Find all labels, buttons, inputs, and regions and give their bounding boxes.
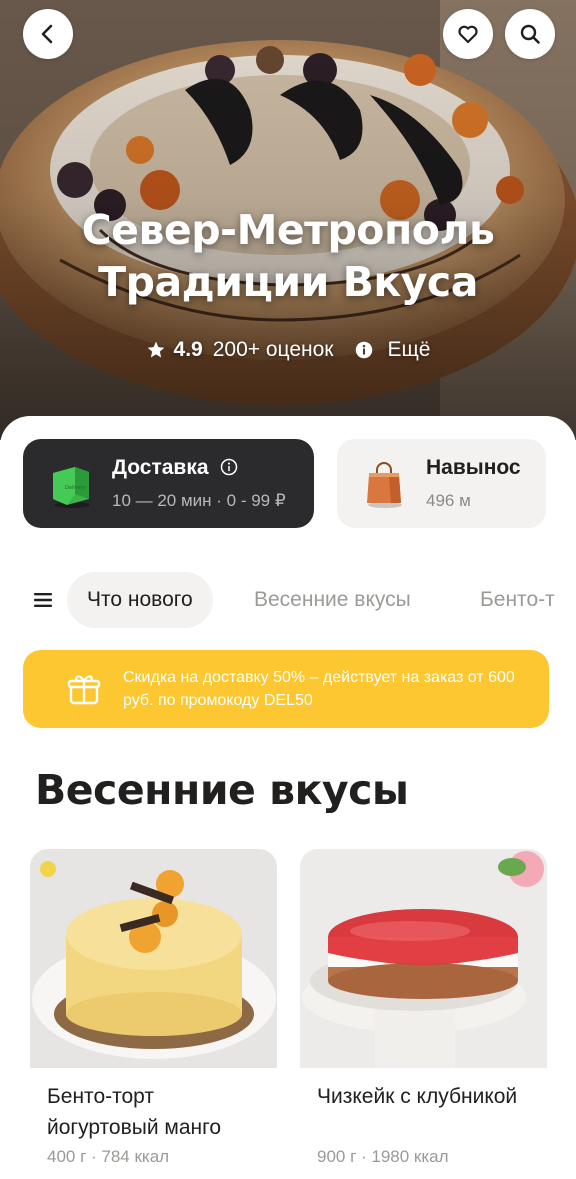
delivery-bag-icon: Delivery (53, 467, 90, 508)
product-card[interactable]: Бенто-торт йогуртовый манго 400 г · 784 … (30, 849, 277, 1179)
tab-bento[interactable]: Бенто-т (480, 572, 555, 628)
reviews-count: 200+ оценок (212, 338, 334, 361)
tab-spring-flavors[interactable]: Весенние вкусы (254, 572, 411, 628)
cheesecake-photo (300, 849, 547, 1068)
info-icon[interactable] (220, 458, 238, 476)
hamburger-menu-icon[interactable] (33, 590, 53, 610)
restaurant-title: Север-Метрополь Традиции Вкуса (0, 204, 576, 308)
more-link[interactable]: Ещё (387, 338, 430, 362)
search-icon (520, 24, 540, 44)
title-line-1: Север-Метрополь (81, 206, 495, 254)
info-icon (356, 341, 373, 359)
promo-text: Скидка на доставку 50% – действует на за… (123, 669, 515, 709)
delivery-subtitle: 10 — 20 мин · 0 - 99 ₽ (112, 491, 286, 510)
section-title: Весенние вкусы (35, 766, 409, 814)
product-name: Чизкейк с клубникой (317, 1085, 518, 1108)
product-name: Бенто-торт йогуртовый манго (47, 1085, 222, 1139)
mango-cake-photo (30, 849, 277, 1068)
tab-whats-new[interactable]: Что нового (67, 572, 213, 628)
heart-icon (458, 25, 478, 44)
pickup-distance: 496 м (426, 491, 471, 510)
product-meta: 400 г · 784 ккал (47, 1147, 170, 1166)
delivery-label: Доставка (112, 456, 209, 479)
pickup-title: Навынос (426, 456, 521, 479)
paper-bag-icon (367, 462, 402, 508)
gift-icon (67, 675, 101, 705)
svg-text:Delivery: Delivery (65, 485, 86, 491)
title-line-2: Традиции Вкуса (98, 258, 478, 306)
delivery-mode-card[interactable]: Delivery Доставка 10 — 20 мин · 0 - 99 ₽ (23, 439, 314, 528)
product-card[interactable]: Чизкейк с клубникой 900 г · 1980 ккал (300, 849, 547, 1179)
delivery-title: Доставка (112, 456, 238, 480)
pickup-mode-card[interactable]: Навынос 496 м (337, 439, 546, 528)
rating-value: 4.9 (173, 338, 203, 361)
favorite-button[interactable] (443, 9, 493, 59)
back-button[interactable] (23, 9, 73, 59)
star-icon (147, 341, 164, 358)
category-tabs: Что нового Весенние вкусы Бенто-т (0, 572, 576, 628)
rating-row[interactable]: 4.9 200+ оценок Ещё (0, 338, 576, 362)
hero-banner: Север-Метрополь Традиции Вкуса 4.9 200+ … (0, 0, 576, 440)
chevron-left-icon (41, 24, 53, 44)
search-button[interactable] (505, 9, 555, 59)
product-meta: 900 г · 1980 ккал (317, 1147, 449, 1166)
promo-banner[interactable]: Скидка на доставку 50% – действует на за… (23, 650, 549, 728)
